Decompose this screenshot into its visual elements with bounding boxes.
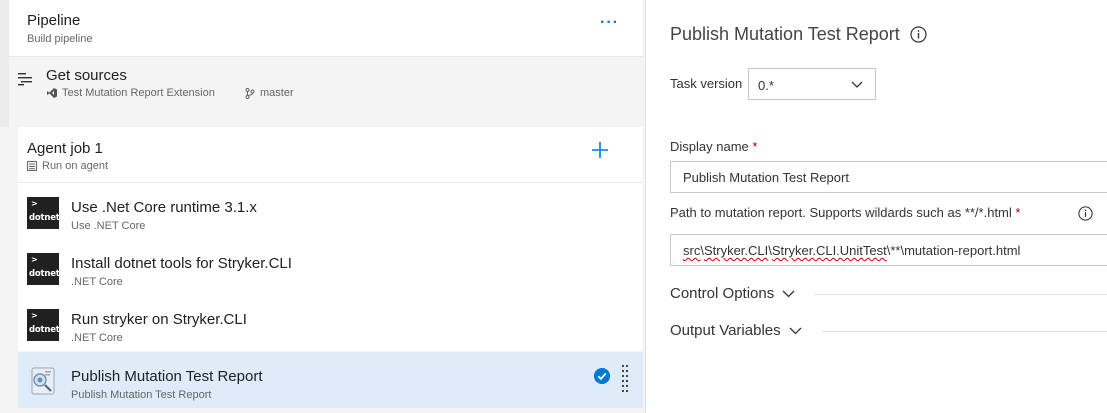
panel-title: Publish Mutation Test Report bbox=[670, 24, 900, 44]
check-circle-icon bbox=[594, 368, 610, 384]
info-icon[interactable] bbox=[1078, 206, 1093, 221]
task-subtitle: .NET Core bbox=[71, 276, 123, 288]
chevron-down-icon bbox=[851, 81, 863, 88]
more-ellipsis-icon[interactable]: ··· bbox=[600, 14, 619, 32]
required-marker: * bbox=[1015, 205, 1021, 220]
drag-handle-icon[interactable] bbox=[621, 364, 629, 394]
sources-branch-label: master bbox=[260, 87, 294, 99]
task-row-run-stryker[interactable]: > dotnet Run stryker on Stryker.CLI .NET … bbox=[18, 295, 643, 351]
display-name-label: Display name * bbox=[670, 139, 758, 154]
get-sources-icon bbox=[18, 73, 32, 86]
publish-report-icon bbox=[31, 367, 55, 395]
task-subtitle: Publish Mutation Test Report bbox=[71, 389, 212, 401]
section-divider bbox=[822, 331, 1107, 332]
sources-repo: Test Mutation Report Extension bbox=[46, 87, 215, 99]
plus-icon[interactable] bbox=[591, 141, 609, 159]
visual-studio-icon bbox=[47, 88, 57, 98]
task-version-select[interactable]: 0.* bbox=[748, 68, 876, 100]
task-row-install-tools[interactable]: > dotnet Install dotnet tools for Stryker… bbox=[18, 239, 643, 295]
pipeline-strip bbox=[0, 0, 9, 57]
pipeline-title: Pipeline bbox=[27, 12, 81, 29]
task-name: Publish Mutation Test Report bbox=[71, 368, 263, 385]
task-subtitle: Use .NET Core bbox=[71, 220, 146, 232]
pipeline-subtitle: Build pipeline bbox=[27, 33, 93, 45]
sources-repo-label: Test Mutation Report Extension bbox=[62, 87, 215, 99]
agent-job-subtitle: Run on agent bbox=[27, 160, 108, 172]
chevron-down-icon bbox=[782, 290, 795, 298]
task-details-panel: Publish Mutation Test Report Task versio… bbox=[645, 0, 1107, 413]
task-name: Run stryker on Stryker.CLI bbox=[71, 311, 247, 328]
info-icon[interactable] bbox=[910, 26, 927, 43]
task-name: Install dotnet tools for Stryker.CLI bbox=[71, 255, 292, 272]
get-sources-title: Get sources bbox=[46, 67, 127, 84]
agent-job-subtitle-label: Run on agent bbox=[42, 160, 109, 172]
task-row-publish-report[interactable]: Publish Mutation Test Report Publish Mut… bbox=[18, 352, 643, 408]
required-marker: * bbox=[752, 139, 758, 154]
pipeline-tree: Pipeline Build pipeline ··· Get sources … bbox=[0, 0, 645, 413]
task-version-value: 0.* bbox=[758, 78, 774, 93]
control-options-section[interactable]: Control Options bbox=[670, 285, 795, 302]
output-variables-section[interactable]: Output Variables bbox=[670, 322, 802, 339]
task-row-use-dotnet[interactable]: > dotnet Use .Net Core runtime 3.1.x Use … bbox=[18, 183, 643, 239]
display-name-input[interactable]: Publish Mutation Test Report bbox=[670, 161, 1107, 193]
dotnet-logo-icon: > dotnet bbox=[27, 197, 60, 229]
pipeline-header[interactable]: Pipeline Build pipeline ··· bbox=[9, 0, 643, 57]
git-branch-icon bbox=[245, 87, 255, 99]
agent-job-title: Agent job 1 bbox=[27, 140, 103, 157]
task-subtitle: .NET Core bbox=[71, 332, 123, 344]
mutation-report-path-input[interactable]: src\Stryker.CLI\Stryker.CLI.UnitTest\**\… bbox=[670, 234, 1107, 266]
path-label: Path to mutation report. Supports wildar… bbox=[670, 205, 1021, 220]
section-divider bbox=[814, 294, 1107, 295]
dotnet-logo-icon: > dotnet bbox=[27, 309, 60, 341]
agent-job-row[interactable]: Agent job 1 Run on agent bbox=[18, 127, 643, 183]
task-version-label: Task version bbox=[670, 76, 743, 91]
server-icon bbox=[27, 161, 37, 171]
sources-branch: master bbox=[245, 87, 294, 99]
task-name: Use .Net Core runtime 3.1.x bbox=[71, 199, 257, 216]
dotnet-logo-icon: > dotnet bbox=[27, 253, 60, 285]
chevron-down-icon bbox=[789, 327, 802, 335]
